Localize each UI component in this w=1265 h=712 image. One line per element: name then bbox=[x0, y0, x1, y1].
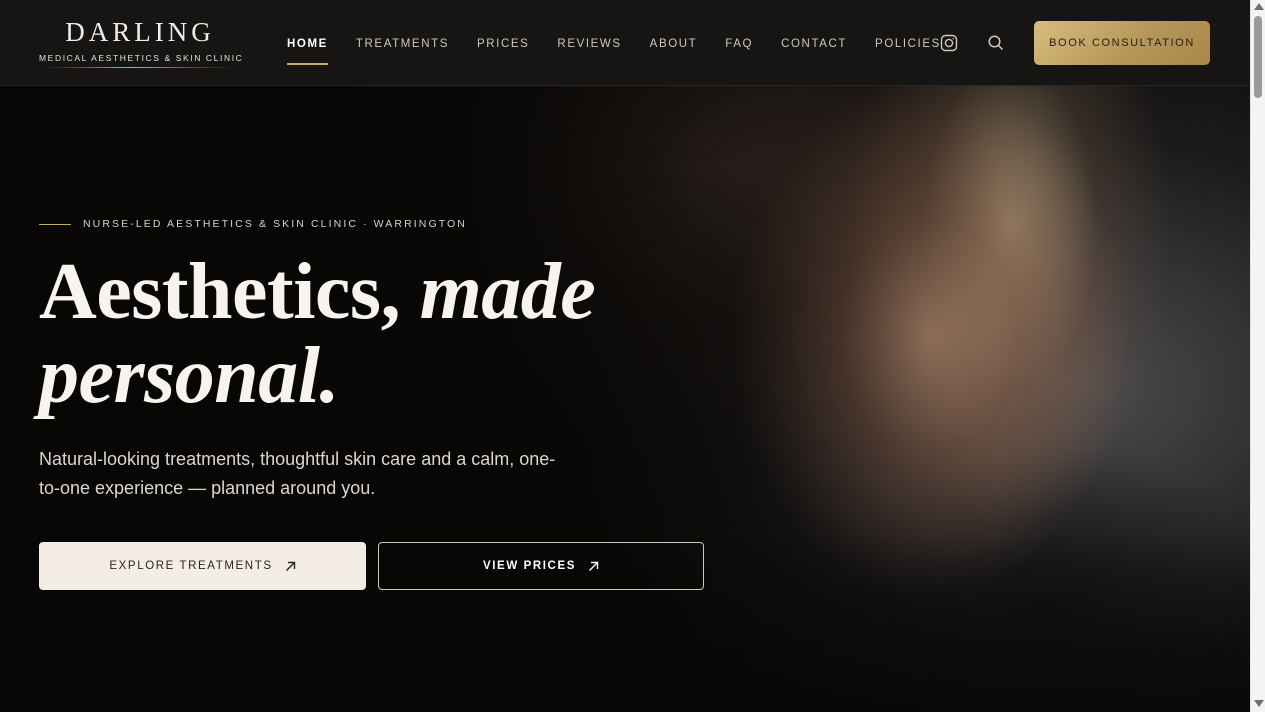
eyebrow-divider bbox=[39, 223, 71, 225]
explore-treatments-label: EXPLORE TREATMENTS bbox=[109, 560, 273, 572]
nav-item-reviews[interactable]: REVIEWS bbox=[557, 38, 621, 50]
eyebrow-text: NURSE-LED AESTHETICS & SKIN CLINIC · WAR… bbox=[83, 218, 467, 230]
headline-italic-2: personal. bbox=[39, 332, 340, 420]
arrow-up-right-icon bbox=[285, 561, 296, 572]
headline-italic-1: made bbox=[419, 248, 596, 336]
arrow-up-right-icon bbox=[588, 561, 599, 572]
view-prices-label: VIEW PRICES bbox=[482, 560, 576, 572]
explore-treatments-button[interactable]: EXPLORE TREATMENTS bbox=[39, 542, 366, 590]
nav-item-policies[interactable]: POLICIES bbox=[875, 38, 941, 50]
nav-item-treatments[interactable]: TREATMENTS bbox=[356, 38, 449, 50]
scroll-down-arrow-icon[interactable] bbox=[1254, 700, 1264, 707]
logo-tagline: MEDICAL AESTHETICS & SKIN CLINIC bbox=[39, 53, 244, 63]
nav-item-about[interactable]: ABOUT bbox=[650, 38, 698, 50]
instagram-icon[interactable] bbox=[939, 33, 959, 53]
book-consultation-button[interactable]: BOOK CONSULTATION bbox=[1034, 21, 1210, 65]
vertical-scrollbar[interactable] bbox=[1250, 0, 1265, 712]
logo-divider bbox=[45, 67, 235, 68]
main-nav: HOME TREATMENTS PRICES REVIEWS ABOUT FAQ… bbox=[287, 38, 969, 65]
page: DARLING MEDICAL AESTHETICS & SKIN CLINIC… bbox=[0, 0, 1250, 712]
search-icon[interactable] bbox=[986, 33, 1006, 53]
hero-headline: Aesthetics, made personal. bbox=[39, 250, 659, 418]
nav-item-contact[interactable]: CONTACT bbox=[781, 38, 847, 50]
logo-name: DARLING bbox=[65, 17, 215, 47]
scrollbar-thumb[interactable] bbox=[1254, 16, 1262, 98]
hero-section: NURSE-LED AESTHETICS & SKIN CLINIC · WAR… bbox=[0, 86, 1250, 712]
nav-item-faq[interactable]: FAQ bbox=[725, 38, 753, 50]
nav-item-prices[interactable]: PRICES bbox=[477, 38, 529, 50]
view-prices-button[interactable]: VIEW PRICES bbox=[378, 542, 704, 590]
headline-part-1: Aesthetics, bbox=[39, 248, 401, 336]
hero-lead-text: Natural-looking treatments, thoughtful s… bbox=[39, 449, 556, 498]
nav-item-home[interactable]: HOME bbox=[287, 38, 328, 65]
scroll-up-arrow-icon[interactable] bbox=[1254, 3, 1264, 10]
logo[interactable]: DARLING MEDICAL AESTHETICS & SKIN CLINIC bbox=[39, 17, 244, 68]
hero-eyebrow: NURSE-LED AESTHETICS & SKIN CLINIC · WAR… bbox=[39, 218, 467, 230]
site-header: DARLING MEDICAL AESTHETICS & SKIN CLINIC… bbox=[0, 0, 1250, 86]
